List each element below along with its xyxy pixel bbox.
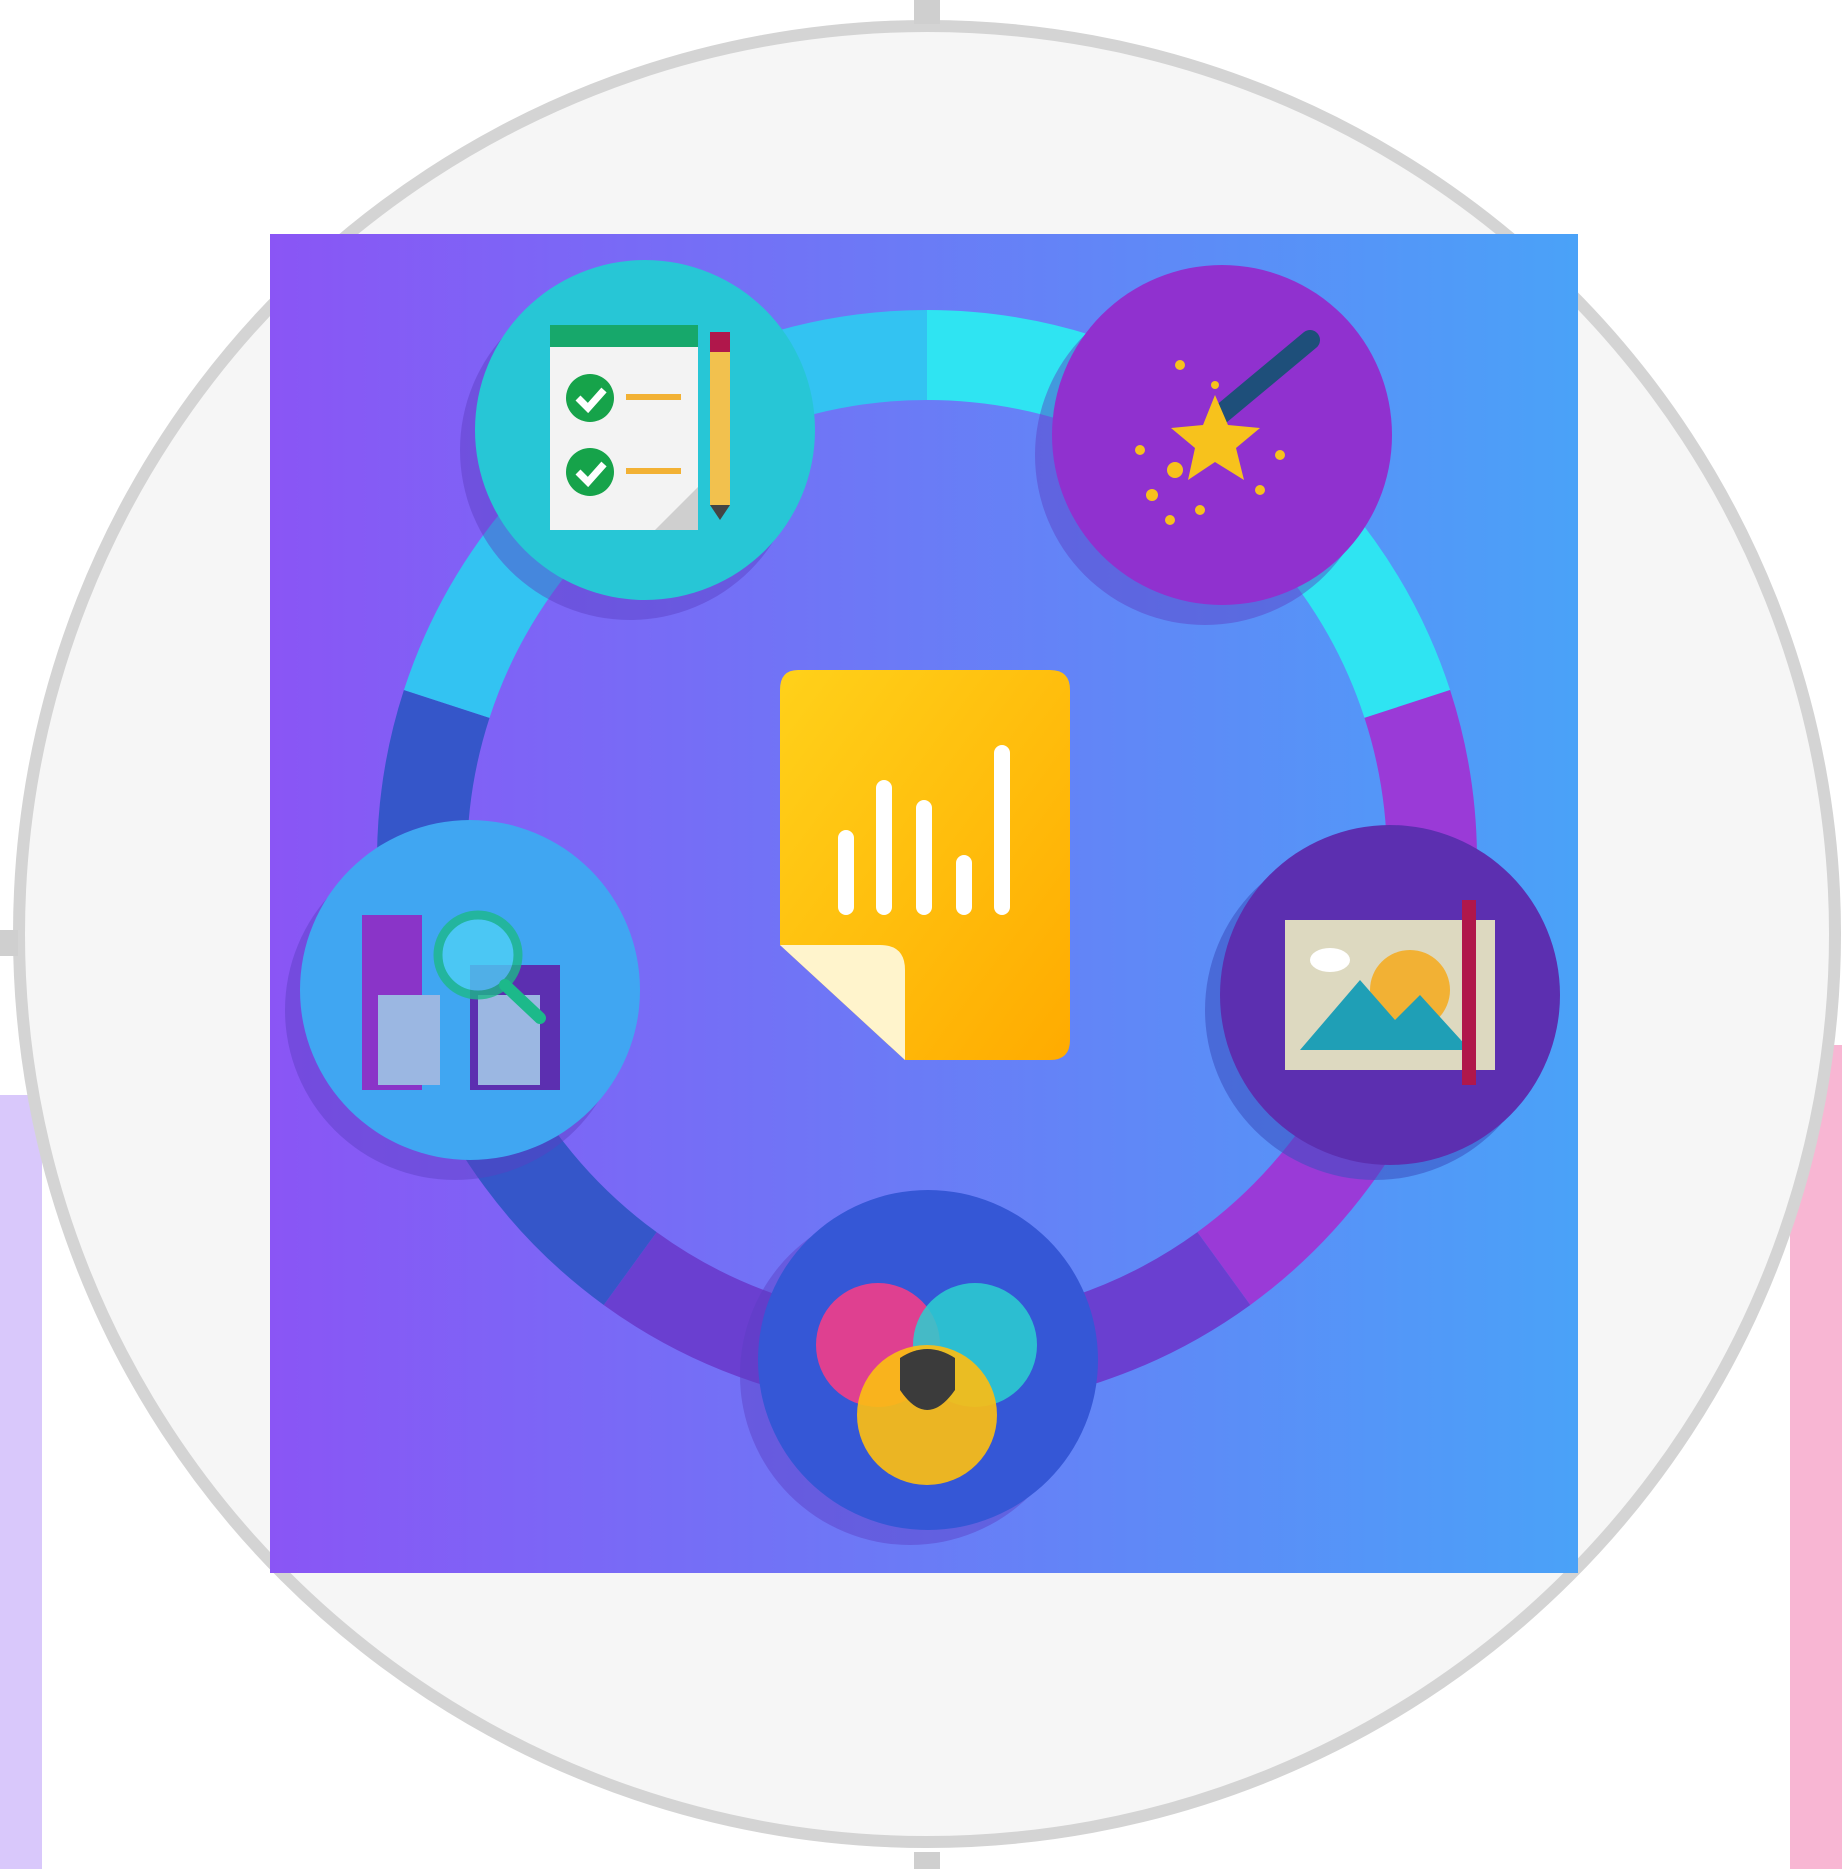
illustration-stage [0, 0, 1842, 1869]
analytics-illustration [13, 20, 1841, 1848]
frame-tick-top [914, 0, 940, 24]
frame-tick-bottom [914, 1852, 940, 1869]
picture-frame-icon [1285, 900, 1495, 1085]
frame-tick-left [0, 930, 18, 956]
